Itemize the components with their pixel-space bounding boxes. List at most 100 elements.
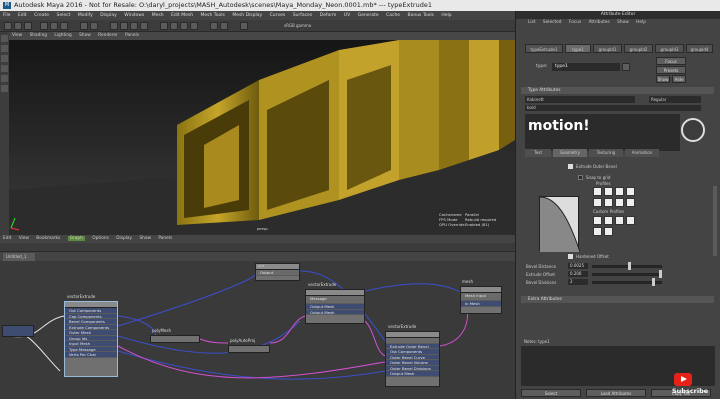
port-output-mesh[interactable]: Output Mesh xyxy=(386,371,439,377)
profile-preset-icon[interactable] xyxy=(615,187,624,196)
lights-icon[interactable] xyxy=(140,22,148,30)
menu-create[interactable]: Create xyxy=(34,13,49,18)
hide-button[interactable]: Hide xyxy=(672,75,686,83)
tab-groupid2[interactable]: groupId2 xyxy=(624,44,653,53)
ne-menu-options[interactable]: Options xyxy=(92,236,109,241)
node-polyautoproj[interactable] xyxy=(228,345,270,353)
menu-edit-mesh[interactable]: Edit Mesh xyxy=(171,13,193,18)
shadows-icon[interactable] xyxy=(160,22,168,30)
node-vectorextrude2[interactable]: Message Output Mesh Output Mesh xyxy=(305,289,365,324)
custom-profile-icon[interactable] xyxy=(604,227,613,236)
scale-tool-icon[interactable] xyxy=(60,22,68,30)
extrude-offset-slider-handle[interactable] xyxy=(659,270,662,278)
menu-cache[interactable]: Cache xyxy=(386,13,400,18)
camera-icon[interactable] xyxy=(80,22,88,30)
select-node-icon[interactable] xyxy=(622,63,630,71)
ne-menu-panels[interactable]: Panels xyxy=(158,236,172,241)
isolate-select-icon[interactable] xyxy=(210,22,218,30)
select-tool-icon[interactable] xyxy=(4,22,12,30)
extrude-offset-slider[interactable] xyxy=(592,273,662,276)
node-mesh[interactable]: Mesh Input In Mesh xyxy=(460,286,502,314)
port-output-mesh-b[interactable]: Output Mesh xyxy=(306,309,364,315)
show-button[interactable]: Show xyxy=(656,75,670,83)
tab-text[interactable]: Text xyxy=(525,149,551,157)
menu-modify[interactable]: Modify xyxy=(78,13,93,18)
vp-menu-shading[interactable]: Shading xyxy=(30,33,47,38)
presets-button[interactable]: Presets xyxy=(656,66,686,74)
custom-profile-icon[interactable] xyxy=(604,216,613,225)
menu-file[interactable]: File xyxy=(3,13,11,18)
port-mesh-input[interactable]: Mesh Input xyxy=(461,293,501,301)
tab-groupid3[interactable]: groupId3 xyxy=(655,44,684,53)
tab-animation[interactable]: Animation xyxy=(625,149,659,157)
vp-menu-show[interactable]: Show xyxy=(79,33,91,38)
lasso-icon[interactable] xyxy=(1,45,8,52)
section-extra-attributes[interactable]: Extra Attributes xyxy=(521,296,714,303)
menu-bonus-tools[interactable]: Bonus Tools xyxy=(408,13,434,18)
textured-icon[interactable] xyxy=(130,22,138,30)
3d-viewport[interactable]: Cachename FPS Mode GPU Override Parallel… xyxy=(9,40,515,235)
bevel-curve-graph[interactable] xyxy=(539,196,581,253)
profile-preset-icon[interactable] xyxy=(593,187,602,196)
type-name-input[interactable]: type1 xyxy=(552,63,620,71)
menu-mesh[interactable]: Mesh xyxy=(152,13,164,18)
attribute-scrollbar[interactable] xyxy=(713,186,717,256)
profile-preset-icon[interactable] xyxy=(615,198,624,207)
font-style-dropdown[interactable]: Regular xyxy=(649,96,701,103)
antialias-icon[interactable] xyxy=(180,22,188,30)
tab-type1[interactable]: type1 xyxy=(565,44,591,53)
ne-menu-graph[interactable]: Graph xyxy=(67,236,85,241)
style-field[interactable]: bold xyxy=(525,105,701,111)
bevel-divisions-slider-handle[interactable] xyxy=(652,278,655,286)
vp-menu-panels[interactable]: Panels xyxy=(125,33,139,38)
bevel-distance-slider-handle[interactable] xyxy=(628,262,631,270)
tab-groupid1[interactable]: groupId1 xyxy=(593,44,622,53)
menu-display[interactable]: Display xyxy=(100,13,117,18)
rotate-tool-icon[interactable] xyxy=(50,22,58,30)
menu-edit[interactable]: Edit xyxy=(18,13,27,18)
move-icon[interactable] xyxy=(1,55,8,62)
node-polymesh[interactable] xyxy=(150,335,200,343)
scale-icon[interactable] xyxy=(1,75,8,82)
menu-mesh-tools[interactable]: Mesh Tools xyxy=(201,13,225,18)
ae-menu-list[interactable]: List xyxy=(528,20,536,25)
custom-profile-icon[interactable] xyxy=(593,216,602,225)
node-type-input[interactable] xyxy=(2,325,34,337)
bevel-divisions-input[interactable]: 2 xyxy=(568,279,588,285)
ambient-occlusion-icon[interactable] xyxy=(170,22,178,30)
profile-preset-icon[interactable] xyxy=(626,198,635,207)
menu-generate[interactable]: Generate xyxy=(358,13,379,18)
menu-select[interactable]: Select xyxy=(57,13,71,18)
focus-button[interactable]: Focus xyxy=(656,57,686,65)
extrude-offset-input[interactable]: 0.200 xyxy=(568,271,588,277)
hardened-offset-checkbox[interactable] xyxy=(568,254,573,259)
menu-help[interactable]: Help xyxy=(441,13,451,18)
profile-preset-icon[interactable] xyxy=(626,187,635,196)
smooth-shade-icon[interactable] xyxy=(120,22,128,30)
colorspace-label[interactable]: sRGB gamma xyxy=(284,23,311,28)
ne-menu-show[interactable]: Show xyxy=(139,236,151,241)
vp-menu-renderer[interactable]: Renderer xyxy=(98,33,118,38)
section-type-attributes[interactable]: Type Attributes xyxy=(521,87,714,94)
port-verts-per-char[interactable]: Verts Per Char xyxy=(65,352,117,358)
youtube-subscribe-watermark[interactable]: Subscribe xyxy=(672,373,720,399)
font-dropdown[interactable]: Kabinett xyxy=(525,96,635,103)
menu-curves[interactable]: Curves xyxy=(270,13,286,18)
node-vectorextrude3[interactable]: Extrude Outer Bevel Out Components Outer… xyxy=(385,331,440,387)
ae-menu-attributes[interactable]: Attributes xyxy=(589,20,610,25)
extrude-outer-bevel-checkbox[interactable] xyxy=(568,164,573,169)
ne-menu-view[interactable]: View xyxy=(19,236,29,241)
bevel-distance-input[interactable]: 0.0025 xyxy=(568,263,588,269)
tab-geometry[interactable]: Geometry xyxy=(553,149,587,157)
port-in-mesh[interactable]: In Mesh xyxy=(461,301,501,307)
menu-deform[interactable]: Deform xyxy=(320,13,337,18)
node-editor-tab[interactable]: Untitled_1 xyxy=(3,253,35,261)
menu-mesh-display[interactable]: Mesh Display xyxy=(232,13,262,18)
tab-typeextrude1[interactable]: typeExtrude1 xyxy=(525,44,563,53)
wireframe-icon[interactable] xyxy=(110,22,118,30)
menu-uv[interactable]: UV xyxy=(344,13,350,18)
custom-profile-icon[interactable] xyxy=(626,216,635,225)
menu-windows[interactable]: Windows xyxy=(124,13,144,18)
ae-menu-selected[interactable]: Selected xyxy=(543,20,562,25)
custom-profile-icon[interactable] xyxy=(615,216,624,225)
